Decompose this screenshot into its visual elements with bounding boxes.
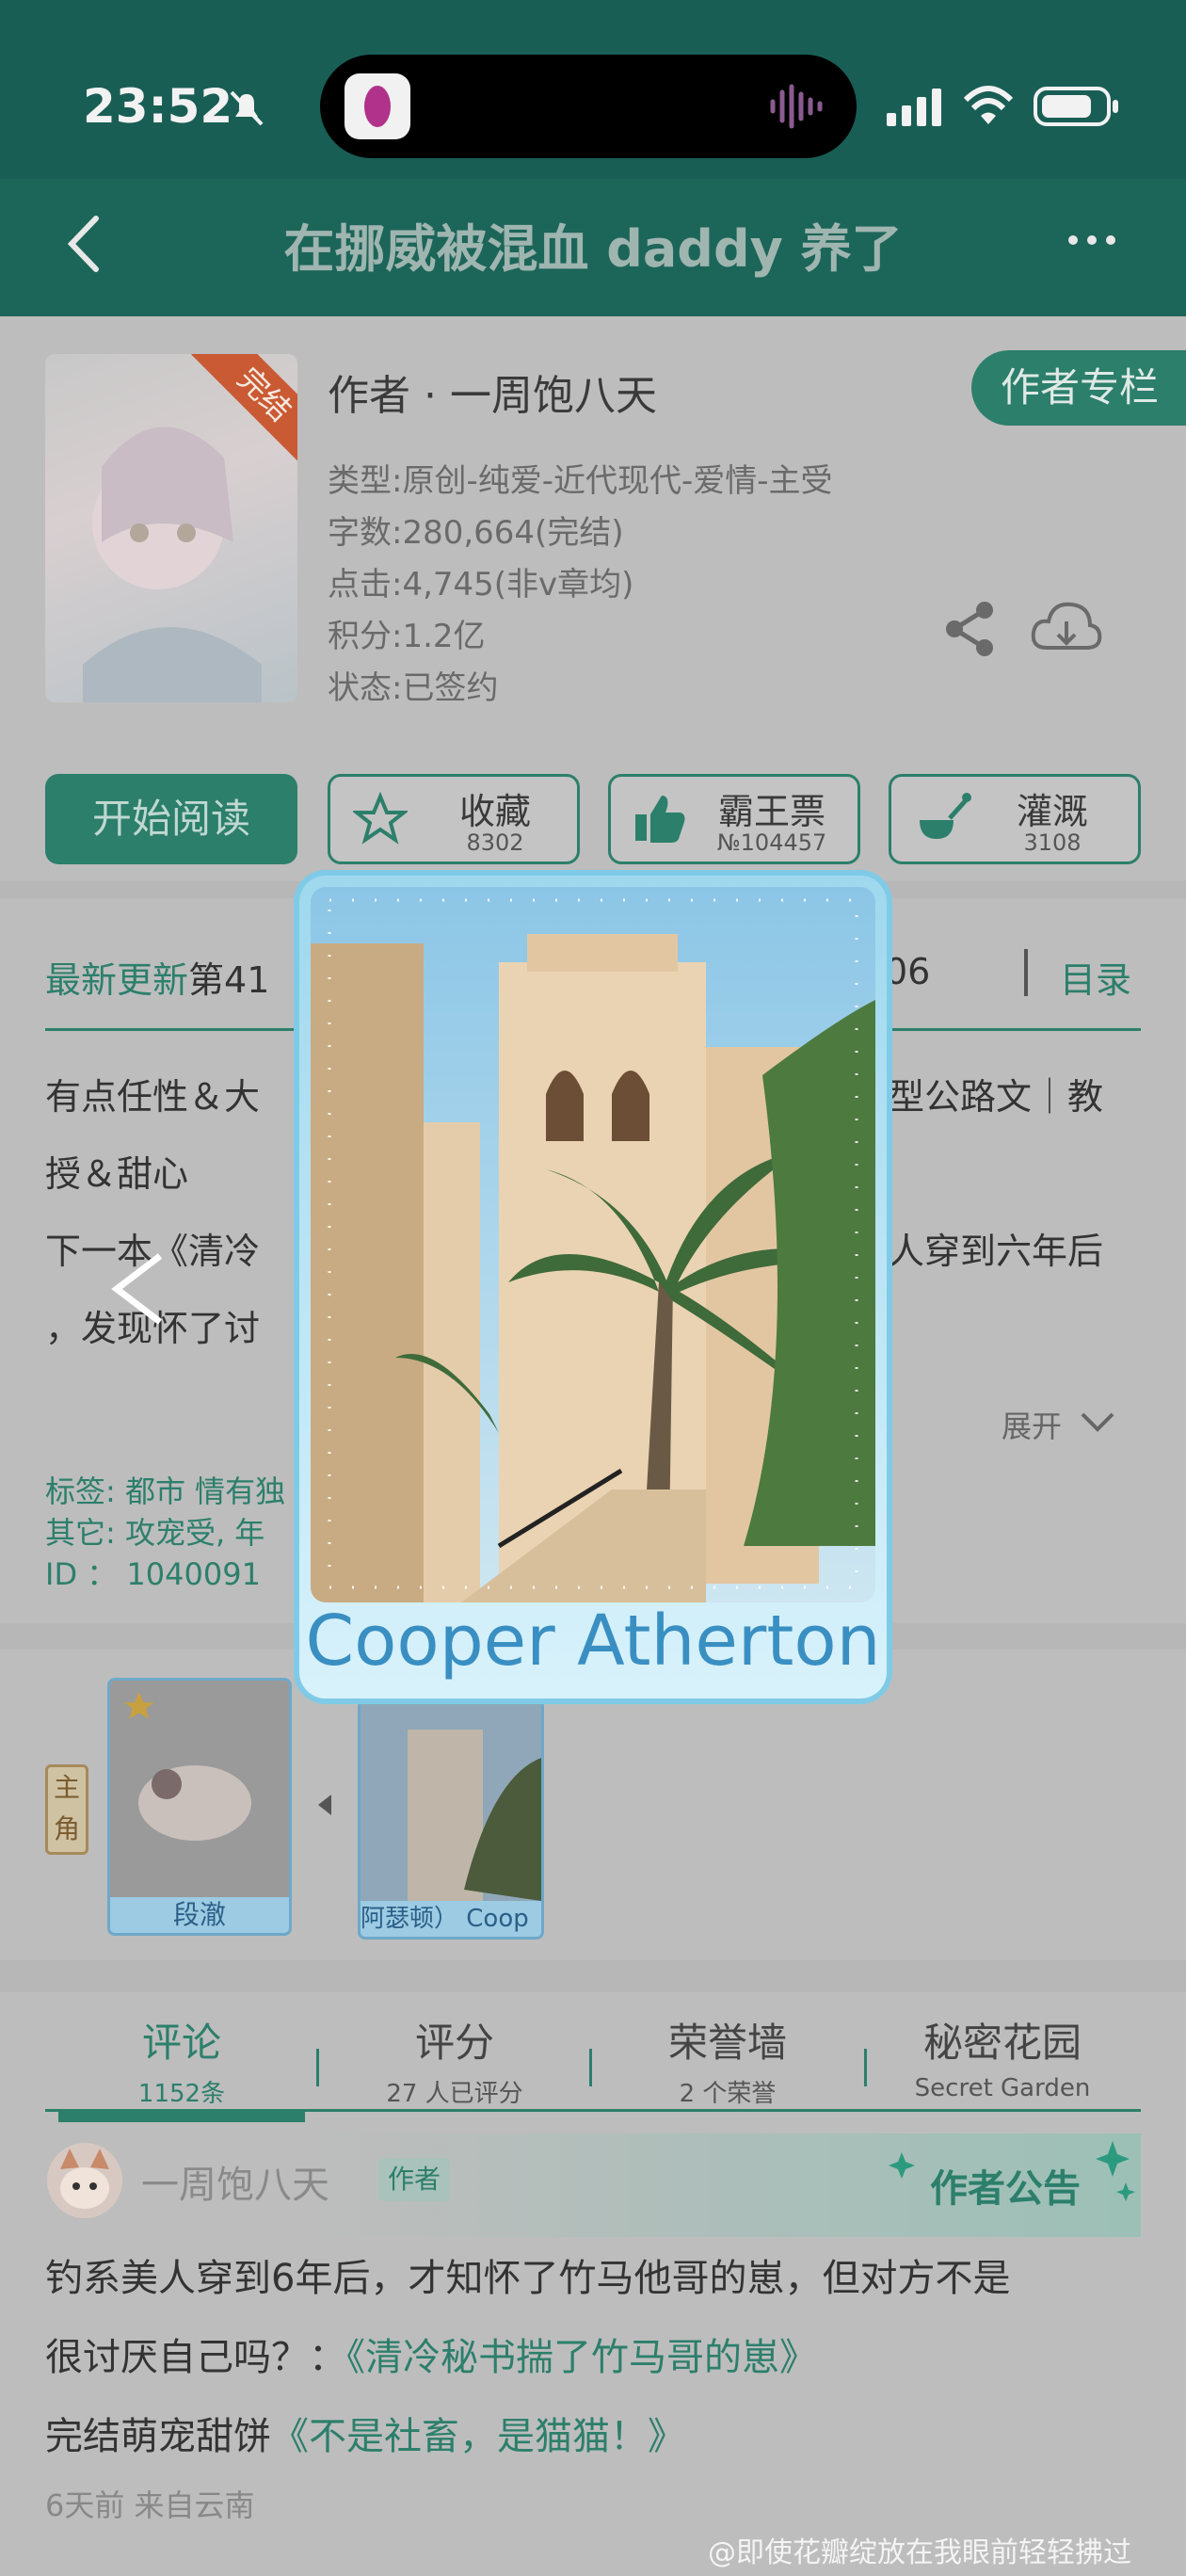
role-card-1[interactable]: 段澈 — [107, 1678, 292, 1936]
watermark: @即使花瓣绽放在我眼前轻轻拂过 — [708, 2536, 1131, 2569]
avatar[interactable] — [45, 2141, 124, 2220]
star-icon — [353, 792, 408, 845]
download-cloud-icon[interactable] — [1030, 597, 1103, 659]
page-title: 在挪威被混血 daddy 养了 — [283, 219, 903, 279]
latest-update[interactable]: 最新更新第41 — [45, 951, 269, 1003]
book-points: 积分:1.2亿 — [328, 618, 486, 655]
battery-icon — [1034, 87, 1118, 126]
collect-button[interactable]: 收藏 8302 — [328, 774, 580, 864]
author-column-button[interactable]: 作者专栏 — [971, 350, 1186, 426]
tabs-row: 评论 1152条 评分 27 人已评分 荣誉墙 2 个荣誉 秘密花园 Secre… — [45, 2011, 1141, 2124]
watering-can-icon — [920, 793, 971, 839]
start-reading-button[interactable]: 开始阅读 — [45, 774, 297, 864]
status-bar: 23:52 — [0, 0, 1186, 179]
audio-wave-icon — [770, 84, 823, 129]
tab-honor-wall[interactable]: 荣誉墙 2 个荣誉 — [591, 2011, 864, 2109]
comment-body: 钓系美人穿到6年后，才知怀了竹马他哥的崽，但对方不是 很讨厌自己吗？：《清冷秘书… — [45, 2239, 1010, 2476]
other-line: 其它: 攻宠受, 年 — [45, 1515, 265, 1551]
expand-button[interactable]: 展开 — [1002, 1403, 1062, 1446]
book-words: 字数:280,664(完结) — [328, 514, 624, 552]
signal-icon — [887, 89, 941, 126]
water-button[interactable]: 灌溉 3108 — [889, 774, 1141, 864]
comment-username[interactable]: 一周饱八天 — [141, 2154, 329, 2209]
update-date: 06 — [885, 951, 931, 992]
comment-meta: 6天前 来自云南 — [45, 2487, 255, 2523]
book-cover[interactable]: 完结 — [45, 354, 297, 702]
comment-line-3: 完结萌宠甜饼《不是社畜，是猫猫！》 — [45, 2415, 685, 2458]
clock: 23:52 — [83, 79, 233, 134]
character-image — [311, 887, 875, 1602]
character-name: Cooper Atherton — [305, 1601, 881, 1682]
character-card-modal[interactable]: Cooper Atherton — [299, 876, 887, 1699]
catalog-link[interactable]: 目录 — [1060, 951, 1131, 1003]
more-icon[interactable] — [1064, 226, 1120, 254]
tags-block: 标签: 都市 情有独 其它: 攻宠受, 年 ID ： 1040091 — [45, 1471, 285, 1595]
comments-card: 评论 1152条 评分 27 人已评分 荣誉墙 2 个荣誉 秘密花园 Secre… — [0, 1992, 1186, 2576]
book-type: 类型:原创-纯爱-近代现代-爱情-主受 — [328, 462, 833, 500]
id-line: ID ： 1040091 — [45, 1556, 261, 1592]
author-badge: 作者 — [378, 2158, 451, 2201]
divider — [1024, 949, 1028, 996]
tags-line: 标签: 都市 情有独 — [45, 1473, 286, 1509]
thumbs-up-icon — [635, 796, 685, 843]
book-clicks: 点击:4,745(非v章均) — [328, 566, 634, 604]
comment-line-2: 很讨厌自己吗？：《清冷秘书揣了竹马哥的崽》 — [45, 2336, 817, 2379]
tab-comments[interactable]: 评论 1152条 — [45, 2011, 318, 2109]
wifi-icon — [963, 86, 1014, 124]
title-bar: 在挪威被混血 daddy 养了 — [0, 179, 1186, 316]
prev-arrow-icon[interactable] — [105, 1247, 171, 1331]
book-status: 状态:已签约 — [328, 669, 499, 707]
share-icon[interactable] — [941, 599, 1002, 659]
active-tab-indicator — [58, 2111, 305, 2122]
mute-bell-icon — [230, 90, 264, 126]
author-name[interactable]: 作者 · 一周饱八天 — [328, 362, 657, 422]
book-link-2[interactable]: 《不是社畜，是猫猫！》 — [271, 2415, 685, 2458]
tab-rating[interactable]: 评分 27 人已评分 — [318, 2011, 591, 2109]
role-label: 主角 — [45, 1764, 88, 1855]
role-card-2[interactable]: 阿瑟顿） Coop — [358, 1699, 544, 1940]
app-icon — [345, 73, 410, 139]
book-link-1[interactable]: 《清冷秘书揣了竹马哥的崽》 — [346, 2336, 817, 2379]
book-info-card: 完结 作者 · 一周饱八天 作者专栏 类型:原创-纯爱-近代现代-爱情-主受 字… — [0, 316, 1186, 881]
back-arrow-icon[interactable] — [60, 211, 107, 277]
description-right: 型公路文｜教 人穿到六年后 — [889, 1076, 1104, 1272]
caret-left-icon — [318, 1795, 331, 1815]
book-meta: 类型:原创-纯爱-近代现代-爱情-主受 字数:280,664(完结) 点击:4,… — [328, 456, 833, 715]
comment-line-1: 钓系美人穿到6年后，才知怀了竹马他哥的崽，但对方不是 — [45, 2257, 1011, 2300]
chevron-down-icon[interactable] — [1079, 1407, 1116, 1435]
sparkle-icon — [889, 2141, 1135, 2201]
vote-button[interactable]: 霸王票 №104457 — [608, 774, 860, 864]
tab-secret-garden[interactable]: 秘密花园 Secret Garden — [864, 2011, 1141, 2102]
